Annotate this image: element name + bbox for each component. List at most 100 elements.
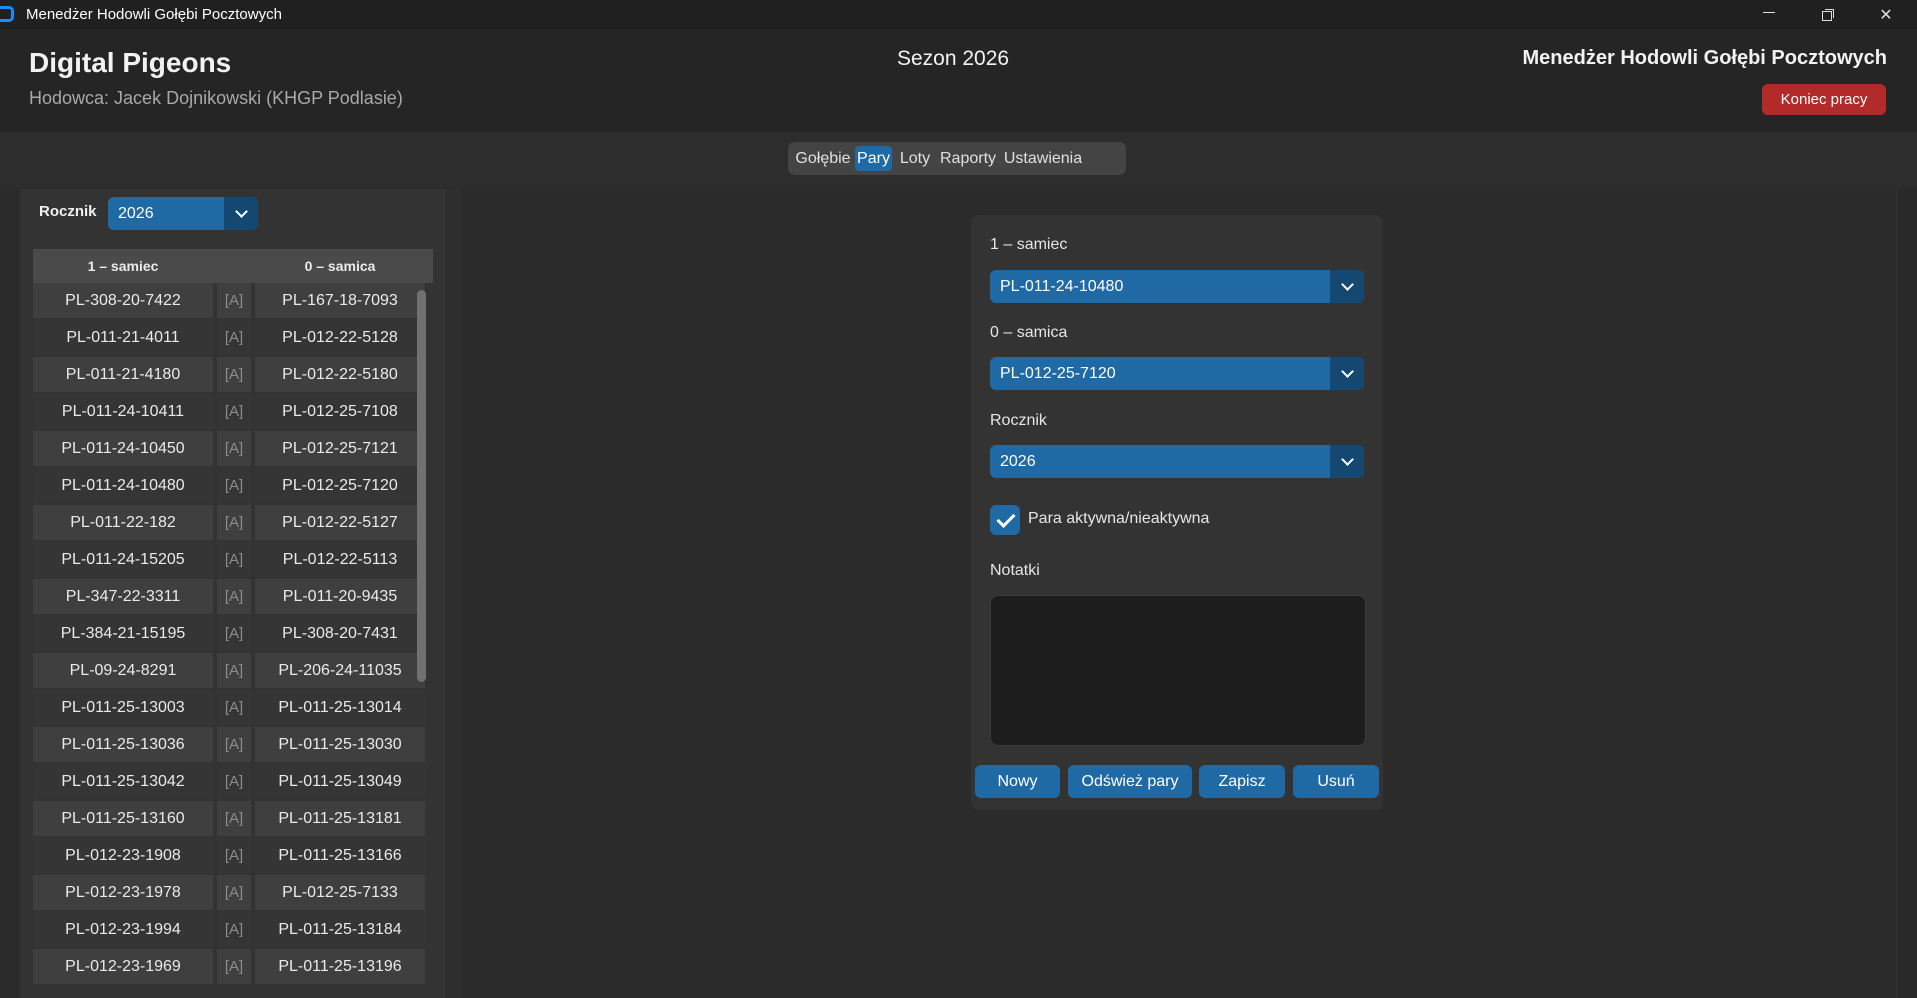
window-title: Menedżer Hodowli Gołębi Pocztowych bbox=[26, 6, 282, 23]
delete-button[interactable]: Usuń bbox=[1293, 765, 1379, 798]
tab-golebie[interactable]: Gołębie bbox=[794, 146, 852, 171]
male-ring: PL-011-25-13003 bbox=[33, 690, 213, 725]
table-row[interactable]: PL-011-25-13160 [A] PL-011-25-13181 bbox=[33, 801, 433, 838]
female-ring: PL-012-25-7120 bbox=[255, 468, 425, 503]
active-checkbox-label: Para aktywna/nieaktywna bbox=[1028, 510, 1210, 527]
column-header-male: 1 – samiec bbox=[87, 258, 159, 274]
male-ring: PL-011-21-4011 bbox=[33, 320, 213, 355]
table-row[interactable]: PL-011-24-15205 [A] PL-012-22-5113 bbox=[33, 542, 433, 579]
female-ring: PL-011-25-13014 bbox=[255, 690, 425, 725]
male-ring: PL-308-20-7422 bbox=[33, 283, 213, 318]
table-row[interactable]: PL-012-23-1908 [A] PL-011-25-13166 bbox=[33, 838, 433, 875]
table-row[interactable]: PL-011-22-182 [A] PL-012-22-5127 bbox=[33, 505, 433, 542]
status-badge: [A] bbox=[217, 616, 251, 651]
season-label: Sezon 2026 bbox=[897, 47, 1010, 70]
female-ring: PL-012-25-7108 bbox=[255, 394, 425, 429]
breeder-info: Hodowca: Jacek Dojnikowski (KHGP Podlasi… bbox=[29, 88, 403, 108]
male-ring: PL-012-23-1994 bbox=[33, 912, 213, 947]
status-badge: [A] bbox=[217, 320, 251, 355]
table-row[interactable]: PL-011-24-10450 [A] PL-012-25-7121 bbox=[33, 431, 433, 468]
refresh-pairs-button[interactable]: Odśwież pary bbox=[1068, 765, 1192, 798]
app-name: Menedżer Hodowli Gołębi Pocztowych bbox=[1522, 47, 1887, 69]
table-row[interactable]: PL-347-22-3311 [A] PL-011-20-9435 bbox=[33, 579, 433, 616]
brand-title: Digital Pigeons bbox=[29, 47, 232, 78]
table-row[interactable]: PL-011-24-10480 [A] PL-012-25-7120 bbox=[33, 468, 433, 505]
table-header: 1 – samiec 0 – samica bbox=[33, 249, 433, 283]
female-ring: PL-012-22-5127 bbox=[255, 505, 425, 540]
active-checkbox[interactable] bbox=[990, 505, 1020, 535]
female-ring: PL-012-22-5113 bbox=[255, 542, 425, 577]
male-ring: PL-011-24-10450 bbox=[33, 431, 213, 466]
table-row[interactable]: PL-384-21-15195 [A] PL-308-20-7431 bbox=[33, 616, 433, 653]
table-row[interactable]: PL-011-25-13003 [A] PL-011-25-13014 bbox=[33, 690, 433, 727]
notes-label: Notatki bbox=[990, 562, 1040, 579]
table-row[interactable]: PL-011-21-4011 [A] PL-012-22-5128 bbox=[33, 320, 433, 357]
table-row[interactable]: PL-011-25-13042 [A] PL-011-25-13049 bbox=[33, 764, 433, 801]
logout-button[interactable]: Koniec pracy bbox=[1762, 84, 1886, 115]
status-badge: [A] bbox=[217, 283, 251, 318]
status-badge: [A] bbox=[217, 542, 251, 577]
table-row[interactable]: PL-09-24-8291 [A] PL-206-24-11035 bbox=[33, 653, 433, 690]
table-row[interactable]: PL-308-20-7422 [A] PL-167-18-7093 bbox=[33, 283, 433, 320]
table-row[interactable]: PL-012-23-1994 [A] PL-011-25-13184 bbox=[33, 912, 433, 949]
minimize-button[interactable] bbox=[1740, 0, 1798, 29]
male-ring: PL-012-23-1908 bbox=[33, 838, 213, 873]
notes-textarea[interactable] bbox=[990, 595, 1366, 746]
tab-loty[interactable]: Loty bbox=[896, 146, 934, 171]
status-badge: [A] bbox=[217, 431, 251, 466]
rocznik-dropdown[interactable]: 2026 bbox=[990, 445, 1364, 478]
female-ring: PL-011-25-13196 bbox=[255, 949, 425, 984]
table-row[interactable]: PL-011-24-10411 [A] PL-012-25-7108 bbox=[33, 394, 433, 431]
tab-pary[interactable]: Pary bbox=[855, 146, 892, 171]
app-icon bbox=[0, 6, 14, 22]
chevron-down-icon[interactable] bbox=[224, 197, 258, 230]
nav-bar: Gołębie Pary Loty Raporty Ustawienia bbox=[0, 132, 1917, 188]
male-dropdown[interactable]: PL-011-24-10480 bbox=[990, 270, 1364, 303]
table-row[interactable]: PL-012-23-1969 [A] PL-011-25-13196 bbox=[33, 949, 433, 986]
window-titlebar: Menedżer Hodowli Gołębi Pocztowych ✕ bbox=[0, 0, 1917, 29]
table-row[interactable]: PL-011-25-13036 [A] PL-011-25-13030 bbox=[33, 727, 433, 764]
male-ring: PL-011-24-15205 bbox=[33, 542, 213, 577]
table-row[interactable]: PL-012-23-1978 [A] PL-012-25-7133 bbox=[33, 875, 433, 912]
male-ring: PL-011-25-13042 bbox=[33, 764, 213, 799]
female-ring: PL-167-18-7093 bbox=[255, 283, 425, 318]
tab-raporty[interactable]: Raporty bbox=[938, 146, 998, 171]
chevron-down-icon[interactable] bbox=[1330, 270, 1364, 303]
male-ring: PL-347-22-3311 bbox=[33, 579, 213, 614]
male-ring: PL-011-24-10480 bbox=[33, 468, 213, 503]
status-badge: [A] bbox=[217, 801, 251, 836]
status-badge: [A] bbox=[217, 764, 251, 799]
female-ring: PL-012-22-5128 bbox=[255, 320, 425, 355]
list-scrollbar[interactable] bbox=[417, 290, 426, 682]
female-ring: PL-308-20-7431 bbox=[255, 616, 425, 651]
status-badge: [A] bbox=[217, 727, 251, 762]
chevron-down-icon[interactable] bbox=[1330, 357, 1364, 390]
rocznik-dropdown-value: 2026 bbox=[1000, 453, 1036, 470]
status-badge: [A] bbox=[217, 468, 251, 503]
male-dropdown-value: PL-011-24-10480 bbox=[1000, 278, 1124, 295]
female-dropdown-value: PL-012-25-7120 bbox=[1000, 365, 1116, 382]
close-button[interactable]: ✕ bbox=[1857, 0, 1915, 29]
status-badge: [A] bbox=[217, 357, 251, 392]
restore-icon bbox=[1821, 9, 1834, 21]
new-button[interactable]: Nowy bbox=[975, 765, 1060, 798]
chevron-down-icon[interactable] bbox=[1330, 445, 1364, 478]
female-ring: PL-011-25-13030 bbox=[255, 727, 425, 762]
female-ring: PL-011-25-13181 bbox=[255, 801, 425, 836]
female-label: 0 – samica bbox=[990, 324, 1068, 341]
rocznik-filter-dropdown[interactable]: 2026 bbox=[108, 197, 258, 230]
tab-ustawienia[interactable]: Ustawienia bbox=[1002, 146, 1084, 171]
window-edge bbox=[1896, 189, 1917, 998]
maximize-button[interactable] bbox=[1798, 0, 1856, 29]
tab-bar: Gołębie Pary Loty Raporty Ustawienia bbox=[788, 142, 1126, 175]
checkmark-icon bbox=[996, 508, 1016, 529]
table-row[interactable]: PL-011-21-4180 [A] PL-012-22-5180 bbox=[33, 357, 433, 394]
female-ring: PL-012-22-5180 bbox=[255, 357, 425, 392]
male-ring: PL-384-21-15195 bbox=[33, 616, 213, 651]
minimize-icon bbox=[1763, 12, 1775, 13]
female-dropdown[interactable]: PL-012-25-7120 bbox=[990, 357, 1364, 390]
rocznik-filter-label: Rocznik bbox=[39, 203, 97, 220]
status-badge: [A] bbox=[217, 690, 251, 725]
save-button[interactable]: Zapisz bbox=[1199, 765, 1285, 798]
status-badge: [A] bbox=[217, 505, 251, 540]
